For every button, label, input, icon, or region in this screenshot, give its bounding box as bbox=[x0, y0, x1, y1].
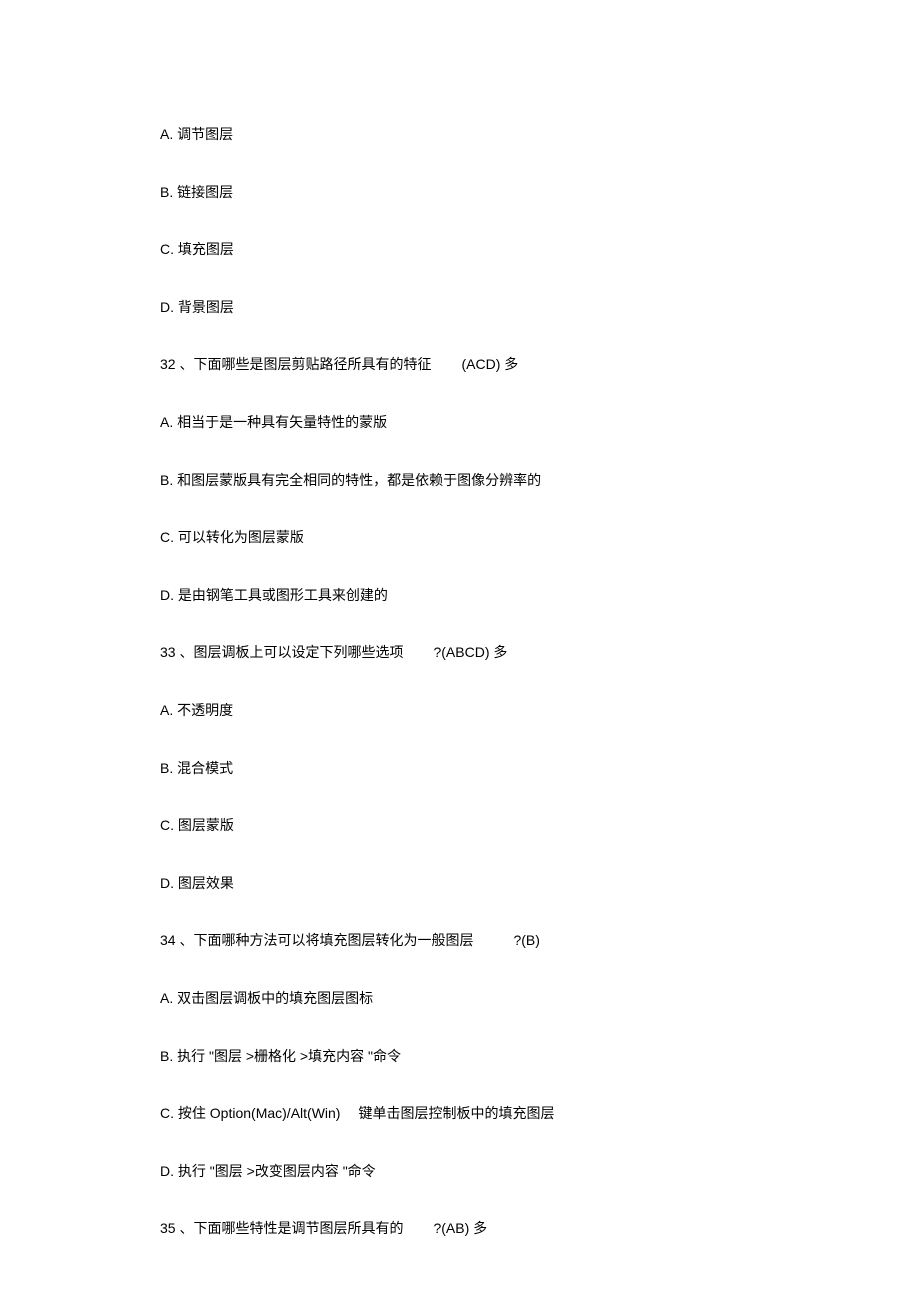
line-text: B. 和图层蒙版具有完全相同的特性，都是依赖于图像分辨率的 bbox=[160, 472, 541, 488]
text-line: A. 双击图层调板中的填充图层图标 bbox=[160, 989, 760, 1009]
line-part: C. 按住 Option(Mac)/Alt(Win) bbox=[160, 1105, 340, 1121]
line-text: B. 执行 "图层 >栅格化 >填充内容 "命令 bbox=[160, 1048, 401, 1064]
line-text: A. 调节图层 bbox=[160, 126, 233, 142]
text-line: 33 、图层调板上可以设定下列哪些选项 ?(ABCD) 多 bbox=[160, 643, 760, 663]
text-line: D. 执行 "图层 >改变图层内容 "命令 bbox=[160, 1162, 760, 1182]
text-line: C. 可以转化为图层蒙版 bbox=[160, 528, 760, 548]
document-body: A. 调节图层 B. 链接图层 C. 填充图层 D. 背景图层 32 、下面哪些是图层剪… bbox=[160, 125, 760, 1239]
line-text: C. 图层蒙版 bbox=[160, 817, 234, 833]
line-text: D. 背景图层 bbox=[160, 299, 234, 315]
line-part: (ACD) 多 bbox=[461, 356, 518, 372]
line-part: 35 、下面哪些特性是调节图层所具有的 bbox=[160, 1220, 403, 1236]
line-part: ?(AB) 多 bbox=[433, 1220, 487, 1236]
line-part: 34 、下面哪种方法可以将填充图层转化为一般图层 bbox=[160, 932, 473, 948]
text-line: C. 填充图层 bbox=[160, 240, 760, 260]
text-line: D. 图层效果 bbox=[160, 874, 760, 894]
line-text: C. 可以转化为图层蒙版 bbox=[160, 529, 304, 545]
text-line: B. 和图层蒙版具有完全相同的特性，都是依赖于图像分辨率的 bbox=[160, 471, 760, 491]
line-text: A. 相当于是一种具有矢量特性的蒙版 bbox=[160, 414, 387, 430]
text-line: D. 背景图层 bbox=[160, 298, 760, 318]
line-part: 32 、下面哪些是图层剪贴路径所具有的特征 bbox=[160, 356, 431, 372]
line-text: B. 混合模式 bbox=[160, 760, 233, 776]
line-part: ?(ABCD) 多 bbox=[433, 644, 507, 660]
text-line: 32 、下面哪些是图层剪贴路径所具有的特征 (ACD) 多 bbox=[160, 355, 760, 375]
text-line: B. 混合模式 bbox=[160, 759, 760, 779]
text-line: 35 、下面哪些特性是调节图层所具有的 ?(AB) 多 bbox=[160, 1219, 760, 1239]
line-part: ?(B) bbox=[513, 932, 539, 948]
text-line: A. 不透明度 bbox=[160, 701, 760, 721]
text-line: D. 是由钢笔工具或图形工具来创建的 bbox=[160, 586, 760, 606]
text-line: B. 链接图层 bbox=[160, 183, 760, 203]
text-line: C. 按住 Option(Mac)/Alt(Win) 键单击图层控制板中的填充图层 bbox=[160, 1104, 760, 1124]
text-line: A. 相当于是一种具有矢量特性的蒙版 bbox=[160, 413, 760, 433]
text-line: A. 调节图层 bbox=[160, 125, 760, 145]
line-text: D. 图层效果 bbox=[160, 875, 234, 891]
line-text: A. 双击图层调板中的填充图层图标 bbox=[160, 990, 373, 1006]
line-text: A. 不透明度 bbox=[160, 702, 233, 718]
line-text: D. 执行 "图层 >改变图层内容 "命令 bbox=[160, 1163, 376, 1179]
text-line: C. 图层蒙版 bbox=[160, 816, 760, 836]
text-line: B. 执行 "图层 >栅格化 >填充内容 "命令 bbox=[160, 1047, 760, 1067]
line-part: 键单击图层控制板中的填充图层 bbox=[358, 1105, 554, 1121]
line-text: B. 链接图层 bbox=[160, 184, 233, 200]
line-part: 33 、图层调板上可以设定下列哪些选项 bbox=[160, 644, 403, 660]
text-line: 34 、下面哪种方法可以将填充图层转化为一般图层 ?(B) bbox=[160, 931, 760, 951]
line-text: C. 填充图层 bbox=[160, 241, 234, 257]
line-text: D. 是由钢笔工具或图形工具来创建的 bbox=[160, 587, 388, 603]
